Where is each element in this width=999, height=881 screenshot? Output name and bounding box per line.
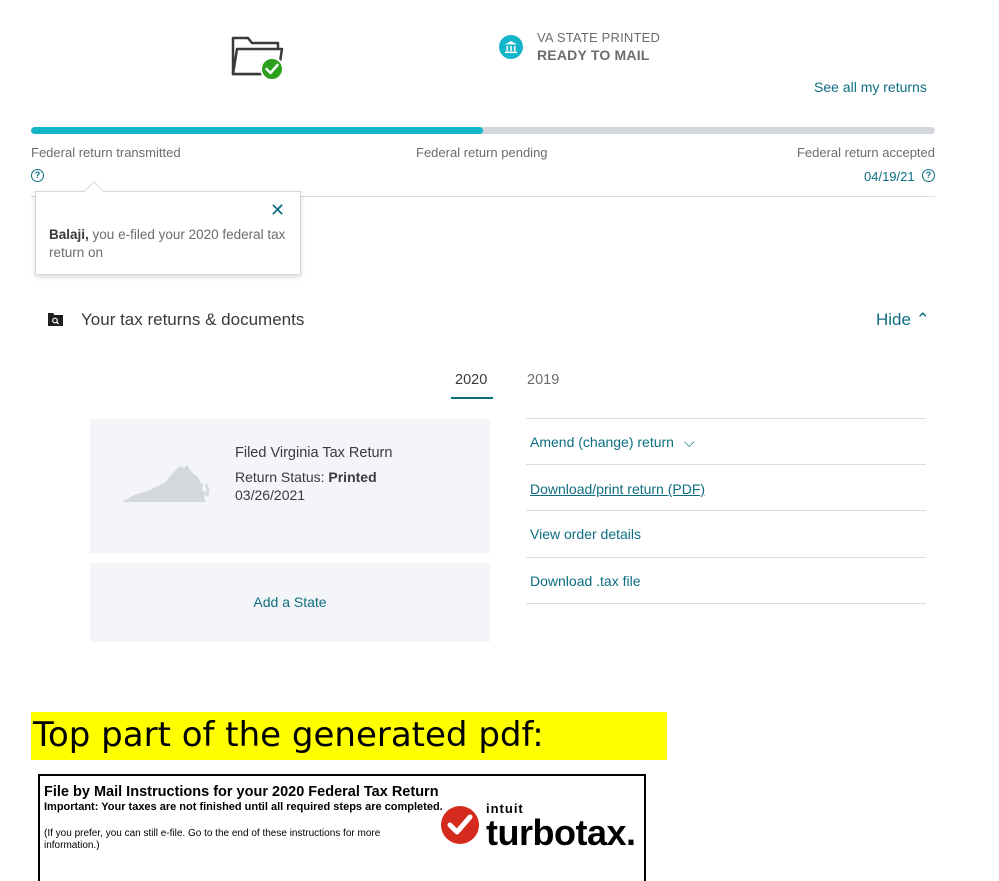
return-status-value: Printed: [328, 469, 377, 485]
tab-2020[interactable]: 2020: [455, 372, 487, 388]
divider: [526, 510, 926, 511]
view-order-details-link[interactable]: View order details: [530, 526, 641, 542]
turbotax-check-icon: [440, 805, 480, 845]
section-title: Your tax returns & documents: [81, 310, 305, 329]
add-state-link[interactable]: Add a State: [90, 594, 490, 610]
caption-text: Top part of the generated pdf:: [33, 715, 544, 755]
return-date: 03/26/2021: [235, 487, 306, 503]
tab-2019[interactable]: 2019: [527, 372, 559, 388]
step-pending-label: Federal return pending: [416, 145, 548, 160]
card-title: Filed Virginia Tax Return: [235, 445, 393, 461]
folder-check-icon: [230, 30, 286, 82]
download-print-pdf-link[interactable]: Download/print return (PDF): [530, 481, 705, 497]
divider: [526, 464, 926, 465]
see-all-returns-link[interactable]: See all my returns: [814, 79, 927, 95]
amend-label: Amend (change) return: [530, 434, 674, 450]
amend-return-link[interactable]: Amend (change) return ⌵: [530, 434, 694, 451]
divider: [526, 418, 926, 419]
tooltip-message: Balaji, you e-filed your 2020 federal ta…: [49, 226, 291, 262]
download-tax-file-link[interactable]: Download .tax file: [530, 573, 641, 589]
tab-selected-indicator: [451, 397, 493, 399]
pdf-title: File by Mail Instructions for your 2020 …: [44, 784, 439, 800]
turbotax-wordmark: turbotax.: [486, 812, 636, 853]
return-status-label: Return Status:: [235, 469, 325, 485]
divider: [526, 603, 926, 604]
progress-bar: [31, 127, 935, 134]
step-accepted-label: Federal return accepted: [796, 145, 935, 160]
hide-toggle[interactable]: Hide ⌃: [876, 310, 930, 330]
state-status-label: VA STATE PRINTED: [537, 30, 661, 45]
help-icon[interactable]: ?: [922, 169, 935, 182]
state-status-value: READY TO MAIL: [537, 47, 650, 63]
pdf-efile-note: (If you prefer, you can still e-file. Go…: [44, 828, 381, 851]
accepted-date: 04/19/21: [864, 169, 915, 184]
virginia-map-icon: [120, 462, 210, 504]
chevron-down-icon: ⌵: [683, 434, 695, 450]
progress-fill: [31, 127, 483, 134]
return-status: Return Status: Printed: [235, 469, 377, 485]
help-icon[interactable]: ?: [31, 169, 44, 182]
user-name: Balaji,: [49, 227, 89, 242]
close-icon[interactable]: ✕: [270, 201, 285, 219]
divider: [526, 557, 926, 558]
step-transmitted-label: Federal return transmitted: [31, 145, 181, 160]
pdf-important-note: Important: Your taxes are not finished u…: [44, 801, 443, 813]
document-search-icon: [48, 312, 63, 326]
bank-icon: [499, 35, 523, 59]
